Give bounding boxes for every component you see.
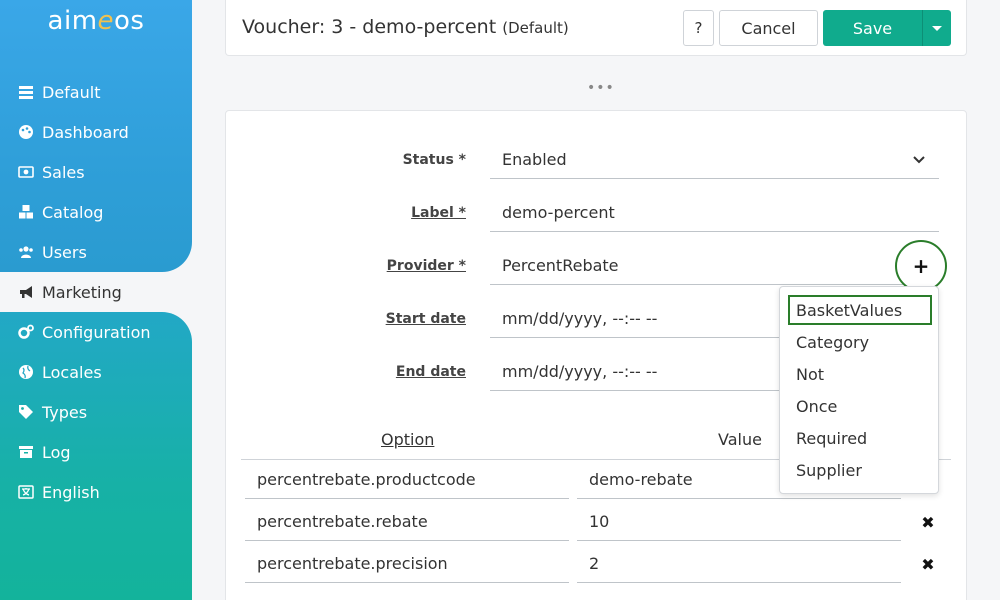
sidebar-item-label: Types: [42, 402, 88, 422]
cubes-icon: [16, 202, 36, 222]
sidebar-item-label: Configuration: [42, 322, 151, 342]
caret-down-icon: [932, 25, 942, 31]
option-value-input[interactable]: 10: [577, 503, 901, 541]
menu-item-supplier[interactable]: Supplier: [788, 455, 932, 485]
end-date-label: End date: [395, 364, 466, 380]
sidebar-item-catalog[interactable]: Catalog: [16, 200, 103, 224]
label-field-label: Label *: [411, 205, 466, 221]
palette-icon: [16, 122, 36, 142]
help-button[interactable]: ?: [683, 10, 714, 46]
start-date-label: Start date: [385, 311, 466, 327]
status-select[interactable]: Enabled: [490, 141, 939, 179]
sidebar-item-sales[interactable]: Sales: [16, 160, 85, 184]
archive-icon: [16, 442, 36, 462]
sidebar-item-marketing[interactable]: Marketing: [16, 280, 122, 304]
menu-item-not[interactable]: Not: [788, 359, 932, 389]
option-column-header[interactable]: Option: [381, 430, 434, 449]
sidebar-item-label: Default: [42, 82, 101, 102]
provider-label: Provider *: [386, 258, 466, 274]
menu-item-basketvalues[interactable]: BasketValues: [788, 295, 932, 325]
value-column-header: Value: [718, 430, 762, 449]
sidebar-item-users[interactable]: Users: [16, 240, 87, 264]
sidebar-item-dashboard[interactable]: Dashboard: [16, 120, 129, 144]
sidebar-item-log[interactable]: Log: [16, 440, 71, 464]
money-icon: [16, 162, 36, 182]
tag-icon: [16, 402, 36, 422]
list-icon: [16, 82, 36, 102]
sidebar-item-label: Catalog: [42, 202, 104, 222]
delete-row-icon[interactable]: ✖: [920, 513, 936, 532]
sidebar-item-locales[interactable]: Locales: [16, 360, 102, 384]
megaphone-icon: [16, 282, 36, 302]
sidebar-item-english[interactable]: English: [16, 480, 100, 504]
sidebar-item-default[interactable]: Default: [16, 80, 100, 104]
option-value-input[interactable]: 2: [577, 545, 901, 583]
decorator-dropdown-menu: BasketValues Category Not Once Required …: [779, 286, 939, 494]
sidebar-item-label: Dashboard: [42, 122, 129, 142]
language-icon: [16, 482, 36, 502]
provider-input[interactable]: PercentRebate: [490, 247, 939, 285]
save-button[interactable]: Save: [823, 10, 922, 46]
sidebar-item-label: Log: [42, 442, 71, 462]
menu-item-required[interactable]: Required: [788, 423, 932, 453]
more-options-icon[interactable]: •••: [587, 80, 615, 96]
sidebar-item-types[interactable]: Types: [16, 400, 87, 424]
header-bar: Voucher: 3 - demo-percent (Default) ? Ca…: [225, 0, 967, 56]
option-key-input[interactable]: percentrebate.precision: [245, 545, 569, 583]
globe-icon: [16, 362, 36, 382]
option-key-input[interactable]: percentrebate.productcode: [245, 461, 569, 499]
cancel-button[interactable]: Cancel: [719, 10, 818, 46]
sidebar-item-label: Locales: [42, 362, 102, 382]
gears-icon: [16, 322, 36, 342]
save-options-toggle[interactable]: [922, 10, 951, 46]
delete-row-icon[interactable]: ✖: [920, 555, 936, 574]
label-input[interactable]: demo-percent: [490, 194, 939, 232]
chevron-down-icon: [913, 156, 925, 164]
users-icon: [16, 242, 36, 262]
sidebar-item-label: Users: [42, 242, 87, 262]
option-key-input[interactable]: percentrebate.rebate: [245, 503, 569, 541]
add-decorator-button[interactable]: +: [895, 240, 947, 292]
sidebar-item-label: Marketing: [42, 282, 122, 302]
sidebar-item-label: English: [42, 482, 100, 502]
sidebar-item-label: Sales: [42, 162, 85, 182]
plus-icon: +: [912, 254, 930, 278]
site-label: (Default): [502, 19, 569, 37]
sidebar: aimeos Default Dashboard Sales Catalog U…: [0, 0, 192, 600]
page-title: Voucher: 3 - demo-percent (Default): [242, 16, 569, 38]
menu-item-once[interactable]: Once: [788, 391, 932, 421]
aimeos-logo[interactable]: aimeos: [0, 6, 192, 36]
status-label: Status *: [402, 152, 466, 168]
sidebar-item-configuration[interactable]: Configuration: [16, 320, 151, 344]
voucher-title: Voucher: 3 - demo-percent: [242, 16, 497, 38]
menu-item-category[interactable]: Category: [788, 327, 932, 357]
